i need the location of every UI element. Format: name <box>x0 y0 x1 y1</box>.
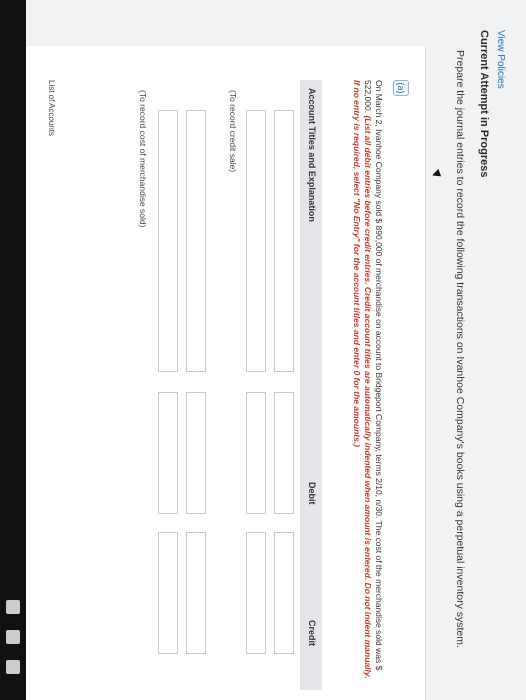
credit-input-4[interactable] <box>158 532 178 654</box>
view-policies-link[interactable]: View Policies <box>495 30 506 89</box>
account-title-input-3[interactable] <box>186 110 206 372</box>
debit-input-2[interactable] <box>246 392 266 514</box>
media-icon <box>6 630 20 644</box>
table-header: Account Titles and Explanation Debit Cre… <box>300 80 322 690</box>
question-text: On March 2, Ivanhoe Company sold $ 890,0… <box>351 80 384 680</box>
debit-input-1[interactable] <box>274 392 294 514</box>
note-cost-of-goods: (To record cost of merchandise sold) <box>138 90 148 228</box>
mouse-cursor-icon <box>430 168 442 180</box>
rotated-screen: View Policies Current Attempt in Progres… <box>0 0 526 700</box>
brightness-icon <box>6 600 20 614</box>
col-account-titles: Account Titles and Explanation <box>307 88 317 222</box>
col-credit: Credit <box>307 620 317 647</box>
account-title-input-4[interactable] <box>158 110 178 372</box>
list-of-accounts-link[interactable]: List of Accounts <box>47 80 56 136</box>
page-title: Current Attempt in Progress <box>478 30 490 178</box>
app-icon <box>6 660 20 674</box>
question-instructions: (List all debit entries before credit en… <box>352 80 373 679</box>
credit-input-3[interactable] <box>186 532 206 654</box>
debit-input-3[interactable] <box>186 392 206 514</box>
credit-input-2[interactable] <box>246 532 266 654</box>
part-label: (a) <box>393 80 409 96</box>
debit-input-4[interactable] <box>158 392 178 514</box>
col-debit: Debit <box>307 482 317 505</box>
account-title-input-2[interactable] <box>246 110 266 372</box>
device-taskbar <box>0 0 26 700</box>
credit-input-1[interactable] <box>274 532 294 654</box>
instructions-text: Prepare the journal entries to record th… <box>454 50 466 648</box>
note-credit-sale: (To record credit sale) <box>228 90 238 173</box>
account-title-input-1[interactable] <box>274 110 294 372</box>
